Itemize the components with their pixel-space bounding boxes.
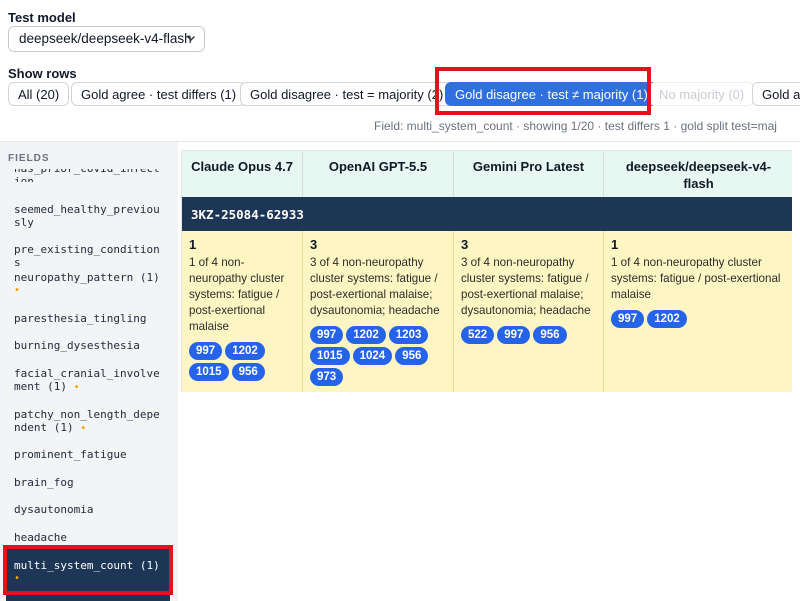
changed-marker: • — [14, 285, 21, 296]
answer-value: 1 — [189, 237, 197, 252]
evidence-ref-pill[interactable]: 956 — [533, 326, 567, 344]
field-item-has-prior-covid-infection[interactable]: has_prior_covid_infection — [14, 169, 164, 182]
row-filter-group: All (20) Gold agree · test differs (1) G… — [8, 82, 800, 106]
answer-value: 3 — [461, 237, 469, 252]
evidence-ref-pill[interactable]: 973 — [310, 368, 344, 386]
field-item-multi-system-count[interactable]: multi_system_count (1) • — [6, 549, 170, 601]
evidence-ref-pill[interactable]: 1203 — [388, 326, 429, 344]
answer-reason: 3 of 4 non-neuropathy cluster systems: f… — [310, 256, 440, 317]
evidence-refs: 997 1202 — [611, 307, 786, 328]
answer-reason: 1 of 4 non-neuropathy cluster systems: f… — [189, 256, 285, 333]
filter-gold-agree-test-differs[interactable]: Gold agree · test differs (1) — [71, 82, 247, 106]
record-id-row: 3KZ-25084-62933 — [182, 197, 793, 231]
field-item-neuropathy-pattern[interactable]: neuropathy_pattern (1) • — [14, 271, 164, 297]
field-label: seemed_healthy_previously — [14, 203, 160, 229]
filter-no-majority[interactable]: No majority (0) — [649, 82, 755, 106]
evidence-ref-pill[interactable]: 997 — [497, 326, 531, 344]
answer-value: 3 — [310, 237, 318, 252]
changed-marker: • — [73, 382, 80, 393]
field-item-patchy-non-length-dependent[interactable]: patchy_non_length_dependent (1) • — [14, 408, 164, 435]
comparison-table: Claude Opus 4.7 OpenAI GPT-5.5 Gemini Pr… — [181, 150, 793, 392]
evidence-ref-pill[interactable]: 1024 — [352, 347, 393, 365]
field-item-brain-fog[interactable]: brain_fog — [14, 476, 164, 489]
field-label: patchy_non_length_dependent (1) — [14, 408, 160, 434]
filter-gold-disagree-test-not-majority[interactable]: Gold disagree · test ≠ majority (1) — [445, 82, 658, 106]
column-header-claude: Claude Opus 4.7 — [182, 151, 303, 197]
evidence-ref-pill[interactable]: 1202 — [225, 342, 265, 360]
field-label: dysautonomia — [14, 503, 94, 516]
evidence-ref-pill[interactable]: 1015 — [189, 363, 229, 381]
fields-sidebar: FIELDS has_prior_covid_infection seemed_… — [0, 142, 178, 601]
field-label: pre_existing_conditions — [14, 243, 160, 269]
field-label: has_prior_covid_infection — [14, 169, 160, 182]
evidence-ref-pill[interactable]: 956 — [395, 347, 429, 365]
column-header-test-model: deepseek/deepseek-v4-flash — [604, 151, 793, 197]
chevron-down-icon — [187, 36, 195, 41]
status-line: Field: multi_system_count · showing 1/20… — [374, 119, 777, 133]
answer-cell-claude: 1 1 of 4 non-neuropathy cluster systems:… — [182, 231, 303, 392]
field-item-prominent-fatigue[interactable]: prominent_fatigue — [14, 448, 164, 461]
model-select-value: deepseek/deepseek-v4-flash — [19, 31, 192, 46]
answer-value: 1 — [611, 237, 619, 252]
field-item-paresthesia-tingling[interactable]: paresthesia_tingling — [14, 312, 164, 325]
evidence-ref-pill[interactable]: 1015 — [310, 347, 350, 365]
table-scroll-edge — [792, 150, 800, 392]
evidence-ref-pill[interactable]: 1202 — [647, 310, 687, 328]
filter-gold-agree-overflow[interactable]: Gold ag — [752, 82, 800, 106]
field-item-facial-cranial-involvement[interactable]: facial_cranial_involvement (1) • — [14, 367, 164, 394]
answer-cell-gpt: 3 3 of 4 non-neuropathy cluster systems:… — [303, 231, 454, 392]
fields-heading: FIELDS — [8, 153, 50, 164]
filter-gold-disagree-test-equals-majority[interactable]: Gold disagree · test = majority (2) — [240, 82, 454, 106]
answer-cell-test-model: 1 1 of 4 non-neuropathy cluster systems:… — [604, 231, 793, 392]
field-label: headache — [14, 531, 67, 544]
field-item-dysautonomia[interactable]: dysautonomia — [14, 503, 164, 516]
field-label: brain_fog — [14, 476, 74, 489]
evidence-ref-pill[interactable]: 997 — [310, 326, 344, 344]
answer-reason: 1 of 4 non-neuropathy cluster systems: f… — [611, 256, 781, 301]
filter-all[interactable]: All (20) — [8, 82, 70, 106]
field-item-burning-dysesthesia[interactable]: burning_dysesthesia — [14, 339, 164, 352]
evidence-refs: 997 1202 1015 956 — [189, 339, 295, 381]
field-item-headache[interactable]: headache — [14, 531, 164, 544]
evidence-ref-pill[interactable]: 956 — [231, 363, 265, 381]
changed-marker: • — [80, 423, 87, 434]
column-header-gpt: OpenAI GPT-5.5 — [303, 151, 454, 197]
show-rows-label: Show rows — [8, 66, 77, 81]
field-label: facial_cranial_involvement (1) — [14, 367, 160, 393]
field-label: paresthesia_tingling — [14, 312, 147, 325]
field-label: multi_system_count (1) — [14, 559, 160, 572]
changed-marker: • — [14, 573, 21, 584]
controls-panel: Test model deepseek/deepseek-v4-flash Sh… — [0, 0, 800, 142]
field-label: prominent_fatigue — [14, 448, 127, 461]
evidence-ref-pill[interactable]: 997 — [189, 342, 223, 360]
evidence-refs: 997 1202 1203 1015 1024 956 973 — [310, 323, 446, 386]
column-header-gemini: Gemini Pro Latest — [454, 151, 604, 197]
evidence-ref-pill[interactable]: 1202 — [346, 326, 386, 344]
field-label: neuropathy_pattern (1) — [14, 271, 160, 284]
evidence-ref-pill[interactable]: 997 — [611, 310, 645, 328]
field-label: burning_dysesthesia — [14, 339, 140, 352]
field-item-pre-existing-conditions[interactable]: pre_existing_conditions — [14, 243, 164, 269]
evidence-ref-pill[interactable]: 522 — [461, 326, 495, 344]
answer-reason: 3 of 4 non-neuropathy cluster systems: f… — [461, 256, 591, 317]
answer-cell-gemini: 3 3 of 4 non-neuropathy cluster systems:… — [454, 231, 604, 392]
model-select[interactable]: deepseek/deepseek-v4-flash — [8, 26, 205, 52]
test-model-label: Test model — [8, 10, 76, 25]
evidence-refs: 522 997 956 — [461, 323, 596, 344]
field-item-seemed-healthy-previously[interactable]: seemed_healthy_previously — [14, 203, 164, 229]
